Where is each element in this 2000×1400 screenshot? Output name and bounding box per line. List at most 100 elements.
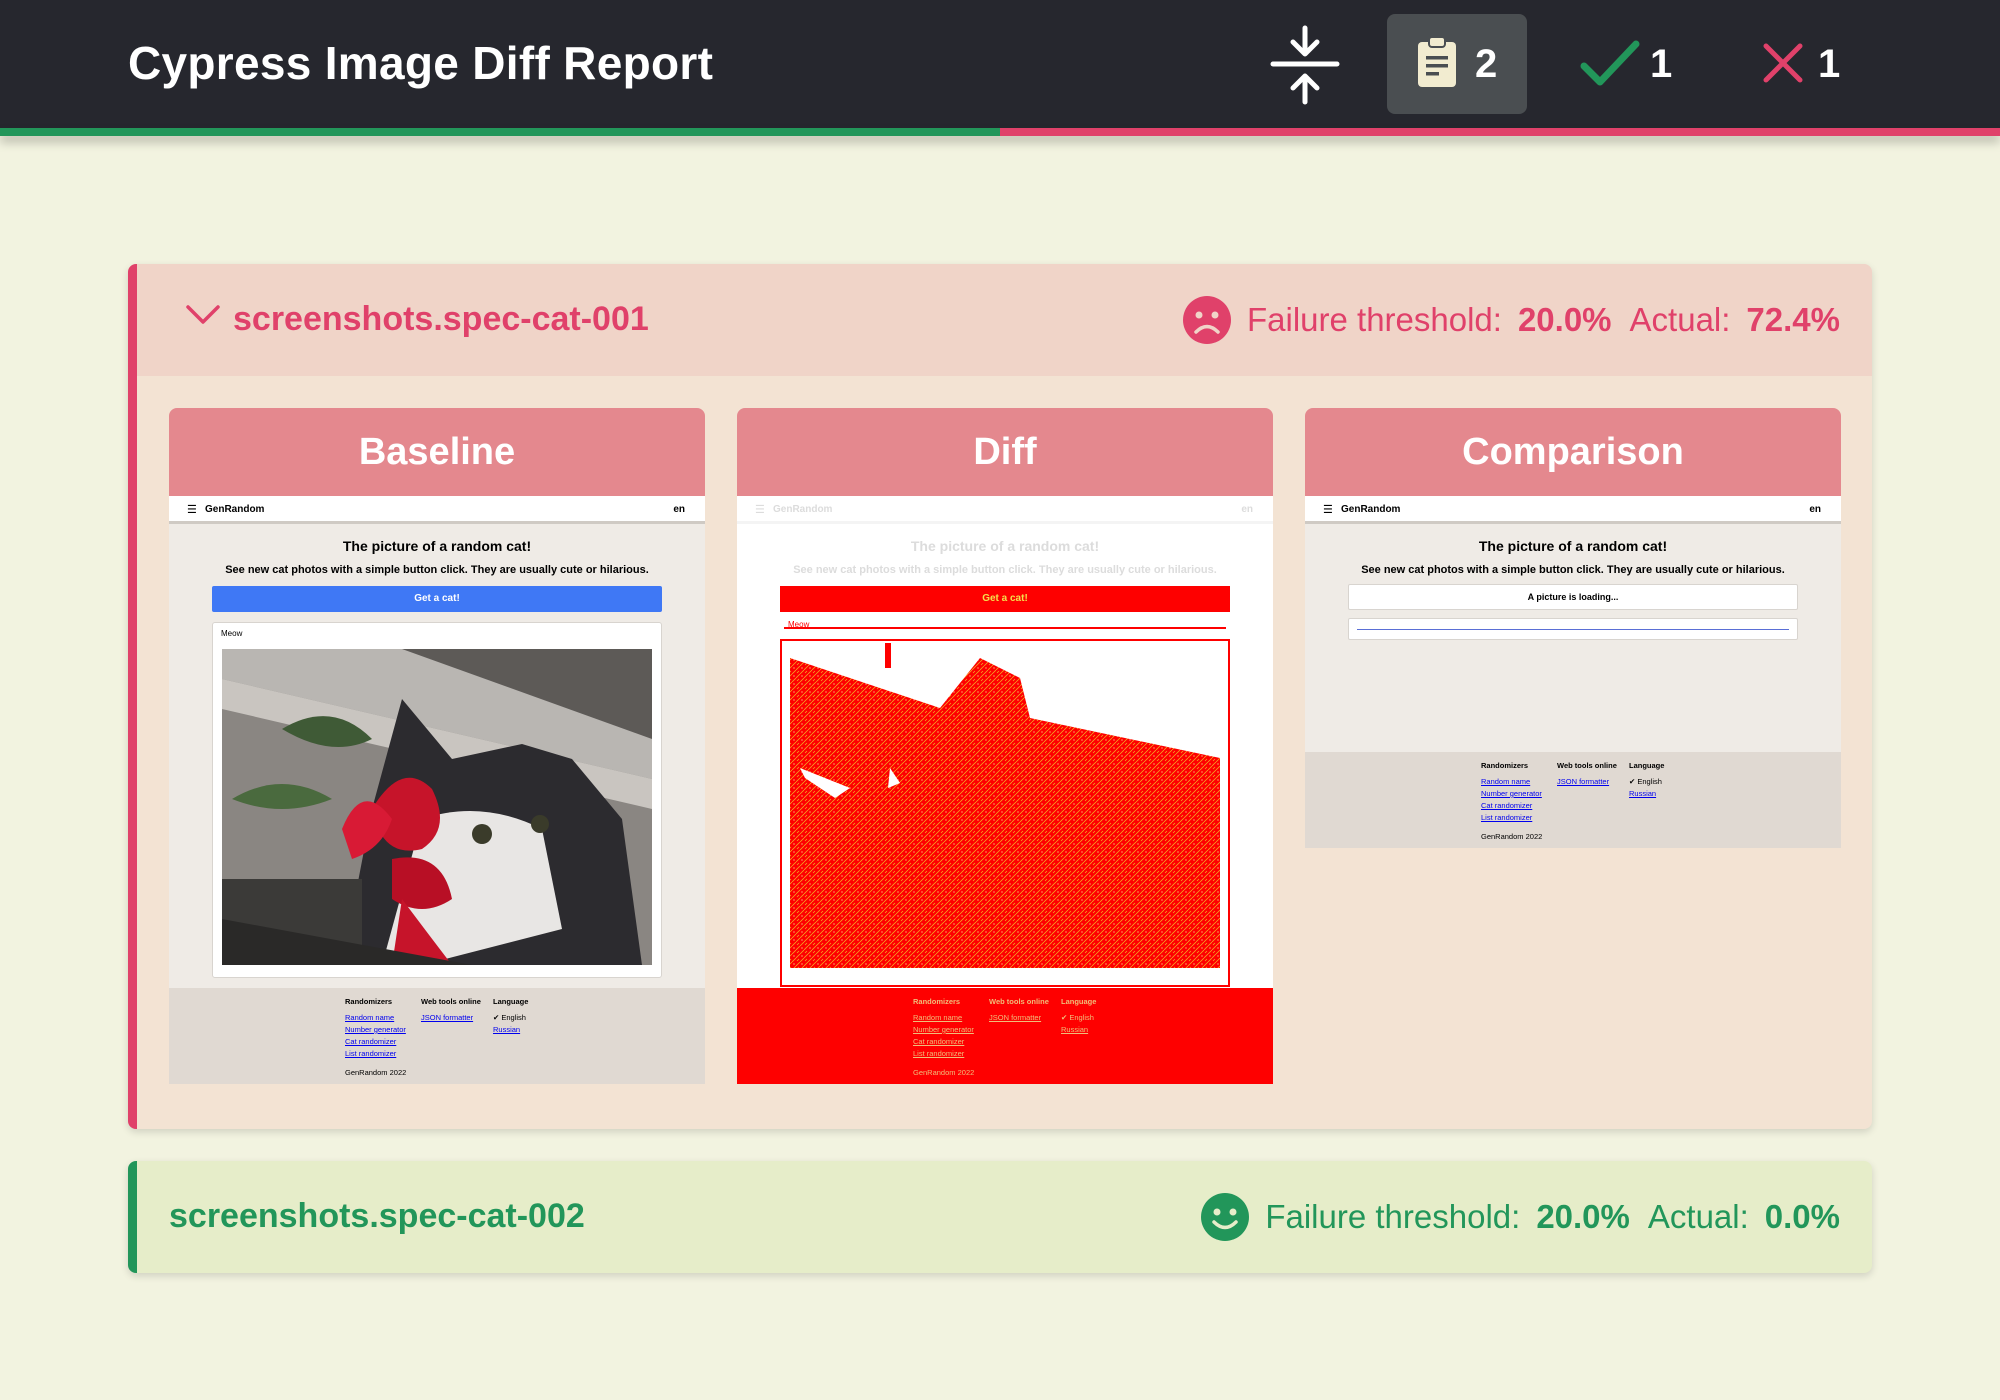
menu-icon: ☰ <box>187 504 197 516</box>
diff-image[interactable]: ☰ GenRandom en The picture of a random c… <box>737 496 1273 1084</box>
diff-heading: The picture of a random cat! <box>910 538 1100 554</box>
shot-navbar: ☰ GenRandom en <box>169 496 705 524</box>
footer-heading: Randomizers <box>913 997 961 1006</box>
menu-icon: ☰ <box>1323 504 1333 516</box>
footer-link: Random name <box>1481 777 1531 786</box>
cat-photo <box>222 649 652 965</box>
footer-current-lang: ✔ English <box>1629 777 1662 786</box>
footer-copyright: GenRandom 2022 <box>345 1068 407 1077</box>
footer-col-language: Language ✔ English Russian <box>1061 996 1096 1036</box>
passed-count: 1 <box>1650 42 1673 86</box>
footer-col-webtools: Web tools online JSON formatter <box>421 996 481 1024</box>
shot-caption: Meow <box>221 629 243 638</box>
test-card-header[interactable]: screenshots.spec-cat-002 Failure thresho… <box>137 1161 1872 1273</box>
footer-heading: Language <box>1629 761 1665 770</box>
report-title: Cypress Image Diff Report <box>128 37 714 89</box>
footer-link: Russian <box>1061 1025 1089 1034</box>
check-icon <box>1580 40 1640 86</box>
footer-heading: Web tools online <box>421 997 481 1006</box>
filter-passed-button[interactable]: 1 <box>1578 14 1698 114</box>
shot-loading-box: A picture is loading... <box>1348 584 1798 610</box>
footer-link: List randomizer <box>1481 813 1533 822</box>
footer-link: Cat randomizer <box>913 1037 965 1046</box>
filter-failed-button[interactable]: 1 <box>1756 14 1876 114</box>
shot-subtitle: See new cat photos with a simple button … <box>225 564 649 576</box>
comparison-image[interactable]: ☰ GenRandom en The picture of a random c… <box>1305 496 1841 848</box>
threshold-label: Failure threshold: <box>1265 1198 1521 1235</box>
threshold-value: 20.0% <box>1517 301 1612 338</box>
shot-get-cat-button: Get a cat! <box>212 586 662 612</box>
footer-link: Random name <box>913 1013 963 1022</box>
footer-link: Random name <box>345 1013 395 1022</box>
footer-heading: Language <box>493 997 529 1006</box>
threshold-label: Failure threshold: <box>1246 301 1502 338</box>
footer-col-randomizers: Randomizers Random name Number generator… <box>345 996 406 1060</box>
shot-footer: Randomizers Random name Number generator… <box>169 988 705 1084</box>
footer-heading: Randomizers <box>1481 761 1529 770</box>
chevron-down-icon[interactable] <box>185 304 221 326</box>
footer-link: Cat randomizer <box>345 1037 397 1046</box>
baseline-panel: Baseline ☰ GenRandom en The picture of a… <box>169 408 705 1084</box>
test-name: screenshots.spec-cat-001 <box>233 300 649 338</box>
footer-col-webtools: Web tools online JSON formatter <box>989 996 1049 1024</box>
footer-heading: Web tools online <box>989 997 1049 1006</box>
footer-heading: Web tools online <box>1557 761 1617 770</box>
test-stats: Failure threshold: 20.0% Actual: 0.0% <box>1201 1191 1840 1243</box>
diff-subtitle: See new cat photos with a simple button … <box>793 564 1217 576</box>
actual-value: 72.4% <box>1746 301 1840 338</box>
menu-icon: ☰ <box>755 504 765 516</box>
footer-link: Russian <box>493 1025 521 1034</box>
baseline-title: Baseline <box>169 408 705 496</box>
filter-all-button[interactable]: 2 <box>1387 14 1527 114</box>
total-count: 2 <box>1475 42 1498 86</box>
test-card-header[interactable]: screenshots.spec-cat-001 Failure thresho… <box>137 264 1872 376</box>
footer-link: Russian <box>1629 789 1657 798</box>
test-name: screenshots.spec-cat-002 <box>169 1197 585 1235</box>
footer-link: JSON formatter <box>1557 777 1610 786</box>
actual-label: Actual: <box>1629 301 1731 338</box>
footer-link: List randomizer <box>345 1049 397 1058</box>
shot-brand: GenRandom <box>205 504 265 515</box>
shot-lang: en <box>1809 504 1821 515</box>
footer-link: List randomizer <box>913 1049 965 1058</box>
footer-col-randomizers: Randomizers Random name Number generator… <box>913 996 974 1060</box>
collapse-arrows-icon <box>1270 25 1340 105</box>
failed-count: 1 <box>1818 42 1841 86</box>
shot-subtitle: See new cat photos with a simple button … <box>1361 564 1785 576</box>
footer-col-language: Language ✔ English Russian <box>1629 760 1664 800</box>
clipboard-icon <box>1418 36 1456 87</box>
footer-copyright: GenRandom 2022 <box>913 1068 975 1077</box>
shot-heading: The picture of a random cat! <box>1478 538 1668 554</box>
test-card-passed[interactable]: screenshots.spec-cat-002 Failure thresho… <box>128 1161 1872 1273</box>
top-bar: Cypress Image Diff Report 2 1 1 <box>0 0 2000 128</box>
baseline-image[interactable]: ☰ GenRandom en The picture of a random c… <box>169 496 705 1084</box>
footer-col-language: Language ✔ English Russian <box>493 996 528 1036</box>
diff-title: Diff <box>737 408 1273 496</box>
footer-link: Number generator <box>913 1025 974 1034</box>
shot-navbar: ☰ GenRandom en <box>1305 496 1841 524</box>
diff-button-region: Get a cat! <box>780 586 1230 612</box>
diff-highlight: Meow <box>780 620 1230 987</box>
shot-heading: The picture of a random cat! <box>342 538 532 554</box>
diff-lang: en <box>1241 504 1253 515</box>
diff-caption: Meow <box>788 620 810 629</box>
footer-link: Number generator <box>1481 789 1542 798</box>
footer-copyright: GenRandom 2022 <box>1481 832 1543 841</box>
shot-lang: en <box>673 504 685 515</box>
diff-panel: Diff ☰ GenRandom en The picture of a ran… <box>737 408 1273 1084</box>
collapse-all-button[interactable] <box>1265 22 1345 108</box>
footer-link: Cat randomizer <box>1481 801 1533 810</box>
fail-ratio <box>1000 128 2000 136</box>
footer-current-lang: ✔ English <box>1061 1013 1094 1022</box>
footer-col-randomizers: Randomizers Random name Number generator… <box>1481 760 1542 824</box>
pass-fail-ratio-bar <box>0 128 2000 136</box>
actual-label: Actual: <box>1647 1198 1749 1235</box>
comparison-panel: Comparison ☰ GenRandom en The picture of… <box>1305 408 1841 848</box>
footer-heading: Language <box>1061 997 1097 1006</box>
footer-link: Number generator <box>345 1025 406 1034</box>
footer-current-lang: ✔ English <box>493 1013 526 1022</box>
test-stats: Failure threshold: 20.0% Actual: 72.4% <box>1182 294 1840 346</box>
sad-face-icon <box>1182 296 1231 344</box>
footer-col-webtools: Web tools online JSON formatter <box>1557 760 1617 788</box>
cross-icon <box>1763 43 1803 83</box>
